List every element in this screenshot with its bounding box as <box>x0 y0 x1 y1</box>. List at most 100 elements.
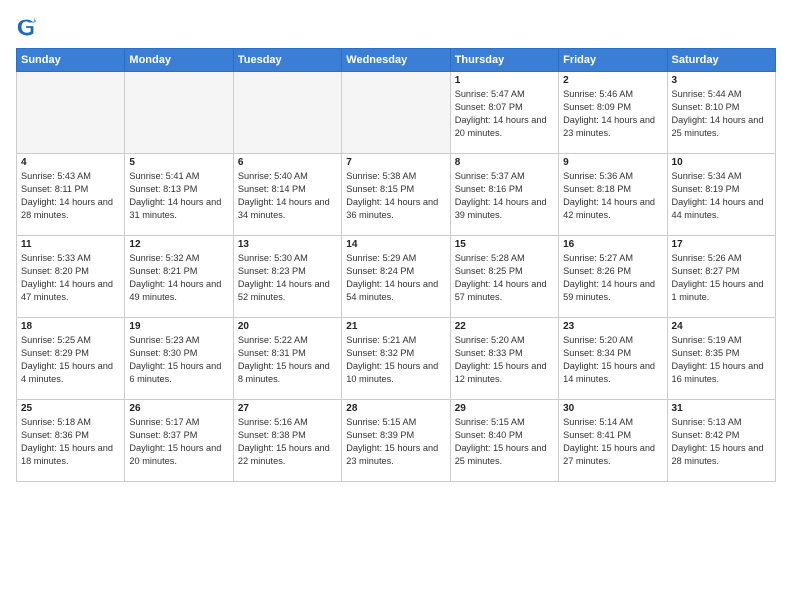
cell-info-line: Sunset: 8:33 PM <box>455 348 523 358</box>
cell-info-line: Sunrise: 5:43 AM <box>21 171 91 181</box>
cell-info: Sunrise: 5:23 AMSunset: 8:30 PMDaylight:… <box>129 334 228 386</box>
cell-date: 3 <box>672 75 771 86</box>
cell-info: Sunrise: 5:37 AMSunset: 8:16 PMDaylight:… <box>455 170 554 222</box>
cell-date: 27 <box>238 403 337 414</box>
cell-info-line: Sunrise: 5:28 AM <box>455 253 525 263</box>
cell-info-line: Sunset: 8:09 PM <box>563 102 631 112</box>
cell-date: 13 <box>238 239 337 250</box>
cell-info-line: Sunset: 8:31 PM <box>238 348 306 358</box>
cell-info-line: Sunset: 8:29 PM <box>21 348 89 358</box>
cell-info: Sunrise: 5:13 AMSunset: 8:42 PMDaylight:… <box>672 416 771 468</box>
cell-info-line: Daylight: 14 hours and 49 minutes. <box>129 279 221 302</box>
cell-info-line: Sunset: 8:34 PM <box>563 348 631 358</box>
cell-info-line: Sunrise: 5:27 AM <box>563 253 633 263</box>
cell-info-line: Daylight: 14 hours and 57 minutes. <box>455 279 547 302</box>
calendar-cell: 26 Sunrise: 5:17 AMSunset: 8:37 PMDayligh… <box>125 400 233 482</box>
day-header-wednesday: Wednesday <box>342 49 450 72</box>
cell-info: Sunrise: 5:43 AM Sunset: 8:11 PM Daylight:… <box>21 170 120 222</box>
cell-info: Sunrise: 5:32 AMSunset: 8:21 PMDaylight:… <box>129 252 228 304</box>
calendar-cell: 27Sunrise: 5:16 AMSunset: 8:38 PMDayligh… <box>233 400 341 482</box>
cell-info: Sunrise: 5:29 AMSunset: 8:24 PMDaylight:… <box>346 252 445 304</box>
cell-info-line: Daylight: 14 hours and 34 minutes. <box>238 197 330 220</box>
cell-info-line: Daylight: 15 hours and 27 minutes. <box>563 443 655 466</box>
cell-info: Sunrise: 5:27 AMSunset: 8:26 PMDaylight:… <box>563 252 662 304</box>
cell-info-line: Sunrise: 5:29 AM <box>346 253 416 263</box>
cell-info-line: Sunset: 8:25 PM <box>455 266 523 276</box>
cell-info: Sunrise: 5:15 AMSunset: 8:39 PMDaylight:… <box>346 416 445 468</box>
cell-info-line: Daylight: 14 hours and 20 minutes. <box>455 115 547 138</box>
cell-info-line: Daylight: 15 hours and 12 minutes. <box>455 361 547 384</box>
cell-info-line: Sunrise: 5:32 AM <box>129 253 199 263</box>
week-row-2: 4Sunrise: 5:43 AMSunset: 8:11 PMDaylight… <box>17 154 776 236</box>
cell-info: Sunrise: 5:18 AMSunset: 8:36 PMDaylight:… <box>21 416 120 468</box>
cell-date: 7 <box>346 157 445 168</box>
cell-info-line: Daylight: 14 hours and 23 minutes. <box>563 115 655 138</box>
cell-info-line: Sunset: 8:41 PM <box>563 430 631 440</box>
cell-date: 24 <box>672 321 771 332</box>
cell-date: 18 <box>21 321 120 332</box>
cell-info-line: Sunset: 8:16 PM <box>455 184 523 194</box>
calendar-cell: 6Sunrise: 5:40 AMSunset: 8:14 PMDaylight… <box>233 154 341 236</box>
cell-info-line: Sunrise: 5:41 AM <box>129 171 199 181</box>
cell-info-line: Sunset: 8:07 PM <box>455 102 523 112</box>
cell-date: 11 <box>21 239 120 250</box>
cell-date: 2 <box>563 75 662 86</box>
cell-info-line: Sunrise: 5:19 AM <box>672 335 742 345</box>
calendar-cell: 15 Sunrise: 5:28 AM Sunset: 8:25 PM Dayligh… <box>450 236 558 318</box>
day-header-tuesday: Tuesday <box>233 49 341 72</box>
cell-info-line: Daylight: 15 hours and 6 minutes. <box>129 361 221 384</box>
cell-info-line: Daylight: 14 hours and 28 minutes. <box>21 197 113 220</box>
cell-info: Sunrise: 5:26 AMSunset: 8:27 PMDaylight:… <box>672 252 771 304</box>
cell-date: 21 <box>346 321 445 332</box>
header-row: SundayMondayTuesdayWednesdayThursdayFrid… <box>17 49 776 72</box>
calendar-cell: 18Sunrise: 5:25 AMSunset: 8:29 PMDayligh… <box>17 318 125 400</box>
cell-info-line: Daylight: 15 hours and 28 minutes. <box>672 443 764 466</box>
calendar-cell: 12Sunrise: 5:32 AMSunset: 8:21 PMDayligh… <box>125 236 233 318</box>
cell-info: Sunrise: 5:19 AMSunset: 8:35 PMDaylight:… <box>672 334 771 386</box>
cell-info-line: Sunrise: 5:40 AM <box>238 171 308 181</box>
cell-date: 15 <box>455 239 554 250</box>
cell-info-line: Sunset: 8:11 PM <box>21 184 88 194</box>
calendar-cell: 7Sunrise: 5:38 AMSunset: 8:15 PMDaylight… <box>342 154 450 236</box>
cell-info-line: Sunrise: 5:23 AM <box>129 335 199 345</box>
calendar-cell: 1Sunrise: 5:47 AMSunset: 8:07 PMDaylight… <box>450 72 558 154</box>
day-header-friday: Friday <box>559 49 667 72</box>
cell-info-line: Daylight: 14 hours and 39 minutes. <box>455 197 547 220</box>
cell-info: Sunrise: 5:17 AMSunset: 8:37 PMDaylight:… <box>129 416 228 468</box>
cell-info-line: Sunrise: 5:46 AM <box>563 89 633 99</box>
cell-info-line: Sunset: 8:23 PM <box>238 266 306 276</box>
day-header-sunday: Sunday <box>17 49 125 72</box>
week-row-1: 1Sunrise: 5:47 AMSunset: 8:07 PMDaylight… <box>17 72 776 154</box>
cell-date: 14 <box>346 239 445 250</box>
calendar-cell: 2 Sunrise: 5:46 AM Sunset: 8:09 PM Daylight… <box>559 72 667 154</box>
cell-info: Sunrise: 5:44 AMSunset: 8:10 PMDaylight:… <box>672 88 771 140</box>
cell-info-line: Sunrise: 5:30 AM <box>238 253 308 263</box>
cell-date: 16 <box>563 239 662 250</box>
calendar-table: SundayMondayTuesdayWednesdayThursdayFrid… <box>16 48 776 482</box>
calendar-cell: 22Sunrise: 5:20 AMSunset: 8:33 PMDayligh… <box>450 318 558 400</box>
header <box>16 16 776 38</box>
cell-info-line: Sunset: 8:19 PM <box>672 184 740 194</box>
cell-info: Sunrise: 5:16 AMSunset: 8:38 PMDaylight:… <box>238 416 337 468</box>
cell-date: 9 <box>563 157 662 168</box>
cell-info-line: Sunset: 8:42 PM <box>672 430 740 440</box>
cell-info-line: Sunrise: 5:38 AM <box>346 171 416 181</box>
calendar-cell: 23Sunrise: 5:20 AMSunset: 8:34 PMDayligh… <box>559 318 667 400</box>
calendar-cell: 8Sunrise: 5:37 AMSunset: 8:16 PMDaylight… <box>450 154 558 236</box>
cell-info-line: Daylight: 15 hours and 14 minutes. <box>563 361 655 384</box>
calendar-cell: 21Sunrise: 5:21 AMSunset: 8:32 PMDayligh… <box>342 318 450 400</box>
cell-date: 25 <box>21 403 120 414</box>
cell-info-line: Sunset: 8:38 PM <box>238 430 306 440</box>
cell-date: 26 <box>129 403 228 414</box>
cell-date: 31 <box>672 403 771 414</box>
calendar-cell: 25 Sunrise: 5:18 AMSunset: 8:36 PMDayligh… <box>17 400 125 482</box>
cell-date: 1 <box>455 75 554 86</box>
cell-info-line: Sunrise: 5:33 AM <box>21 253 91 263</box>
cell-info-line: Daylight: 14 hours and 47 minutes. <box>21 279 113 302</box>
cell-info-line: Sunset: 8:32 PM <box>346 348 414 358</box>
cell-info-line: Sunrise: 5:16 AM <box>238 417 308 427</box>
cell-date: 23 <box>563 321 662 332</box>
calendar-cell: 17Sunrise: 5:26 AMSunset: 8:27 PMDayligh… <box>667 236 775 318</box>
cell-info-line: Sunrise: 5:34 AM <box>672 171 742 181</box>
cell-info-line: Daylight: 15 hours and 23 minutes. <box>346 443 438 466</box>
